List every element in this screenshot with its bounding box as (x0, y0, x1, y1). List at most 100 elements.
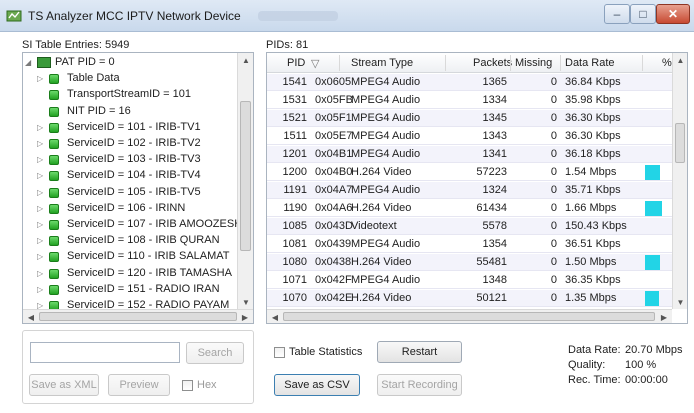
quality-label: Quality: (568, 359, 606, 371)
table-vertical-scrollbar[interactable]: ▲ ▼ (672, 53, 687, 309)
pid-table[interactable]: PID ▽ Stream Type Packets Missing Data R… (266, 52, 688, 324)
missing-cell: 0 (550, 274, 557, 286)
table-row[interactable]: 1081 0x0439 MPEG4 Audio 1354 0 36.51 Kbps (267, 236, 673, 253)
tree-vertical-scrollbar[interactable]: ▲ ▼ (237, 53, 253, 309)
table-row[interactable]: 1200 0x04B0 H.264 Video 57223 0 1.54 Mbps (267, 164, 673, 181)
tree-item-label: ServiceID = 110 - IRIB SALAMAT (67, 250, 230, 263)
table-row[interactable]: 1085 0x043D Videotext 5578 0 150.43 Kbps (267, 218, 673, 235)
green-box-icon (49, 203, 59, 214)
scroll-left-icon[interactable]: ◀ (23, 310, 39, 324)
expand-arrow-icon[interactable]: ▷ (37, 186, 45, 199)
expand-arrow-icon[interactable]: ▷ (37, 121, 45, 134)
expand-arrow-icon[interactable]: ▷ (37, 267, 45, 280)
scroll-thumb[interactable] (283, 312, 655, 321)
stream-type-cell: H.264 Video (351, 256, 412, 268)
scroll-down-icon[interactable]: ▼ (238, 295, 254, 309)
green-box-icon (49, 268, 59, 279)
close-button[interactable]: ✕ (656, 4, 690, 24)
search-button[interactable]: Search (186, 342, 244, 364)
data-rate-cell: 36.51 Kbps (565, 238, 621, 250)
table-row[interactable]: 1541 0x0605 MPEG4 Audio 1365 0 36.84 Kbps (267, 74, 673, 91)
packets-cell: 1354 (482, 238, 507, 250)
title-redacted (258, 11, 338, 21)
table-row[interactable]: 1511 0x05E7 MPEG4 Audio 1343 0 36.30 Kbps (267, 128, 673, 145)
pid-cell: 1080 (282, 256, 307, 268)
expand-arrow-icon[interactable]: ▷ (37, 153, 45, 166)
scroll-thumb[interactable] (240, 101, 251, 251)
scroll-thumb[interactable] (39, 312, 237, 321)
stream-type-cell: Videotext (351, 220, 397, 232)
table-row[interactable]: 1080 0x0438 H.264 Video 55481 0 1.50 Mbps (267, 254, 673, 271)
pid-cell: 1081 (282, 238, 307, 250)
expand-arrow-icon[interactable]: ▷ (37, 234, 45, 247)
percent-bar (645, 255, 660, 270)
column-missing[interactable]: Missing (515, 57, 552, 69)
column-stream-type[interactable]: Stream Type (351, 57, 413, 69)
scroll-right-icon[interactable]: ▶ (656, 310, 672, 324)
missing-cell: 0 (550, 292, 557, 304)
save-as-csv-button[interactable]: Save as CSV (274, 374, 360, 396)
scroll-left-icon[interactable]: ◀ (267, 310, 283, 324)
scroll-right-icon[interactable]: ▶ (237, 310, 253, 324)
data-rate-cell: 36.84 Kbps (565, 76, 621, 88)
scroll-thumb[interactable] (675, 123, 685, 163)
data-rate-label: Data Rate: (568, 344, 621, 356)
tree-item-label: ServiceID = 108 - IRIB QURAN (67, 234, 220, 247)
table-row[interactable]: 1191 0x04A7 MPEG4 Audio 1324 0 35.71 Kbps (267, 182, 673, 199)
stream-type-cell: MPEG4 Audio (351, 76, 421, 88)
expand-arrow-icon[interactable]: ▷ (37, 283, 45, 296)
tree-item-label: ServiceID = 103 - IRIB-TV3 (67, 153, 201, 166)
pid-hex-cell: 0x042E (315, 292, 353, 304)
green-box-icon (49, 122, 59, 133)
pid-cell: 1085 (282, 220, 307, 232)
expand-arrow-icon[interactable]: ◢ (25, 56, 33, 69)
scroll-up-icon[interactable]: ▲ (238, 53, 254, 67)
column-data-rate[interactable]: Data Rate (565, 57, 615, 69)
data-rate-cell: 150.43 Kbps (565, 220, 627, 232)
pid-hex-cell: 0x0438 (315, 256, 352, 268)
green-box-icon (49, 90, 59, 101)
table-row[interactable]: 1521 0x05F1 MPEG4 Audio 1345 0 36.30 Kbps (267, 110, 673, 127)
expand-arrow-icon[interactable]: ▷ (37, 202, 45, 215)
column-packets[interactable]: Packets (473, 57, 512, 69)
expand-arrow-icon[interactable]: ▷ (37, 250, 45, 263)
si-tree[interactable]: ◢ PAT PID = 0 ▷ Table Data TransportStreamID… (22, 52, 254, 324)
missing-cell: 0 (550, 238, 557, 250)
table-statistics-checkbox[interactable] (274, 347, 285, 358)
stream-type-cell: MPEG4 Audio (351, 238, 421, 250)
save-as-xml-button[interactable]: Save as XML (29, 374, 99, 396)
table-row[interactable]: 1070 0x042E H.264 Video 50121 0 1.35 Mbps (267, 290, 673, 307)
missing-cell: 0 (550, 166, 557, 178)
data-rate-cell: 1.35 Mbps (565, 292, 617, 304)
expand-arrow-icon[interactable]: ▷ (37, 137, 45, 150)
scroll-down-icon[interactable]: ▼ (673, 295, 688, 309)
table-row[interactable]: 1071 0x042F MPEG4 Audio 1348 0 36.35 Kbps (267, 272, 673, 289)
column-percent[interactable]: % (662, 57, 672, 69)
stream-type-cell: H.264 Video (351, 166, 412, 178)
si-table-header: SI Table Entries: 5949 (22, 39, 130, 51)
hex-checkbox[interactable] (182, 380, 193, 391)
minimize-button[interactable]: – (604, 4, 630, 24)
expand-arrow-icon[interactable]: ▷ (37, 218, 45, 231)
data-rate-cell: 1.66 Mbps (565, 202, 617, 214)
pid-cell: 1191 (283, 184, 307, 196)
start-recording-button[interactable]: Start Recording (377, 374, 462, 396)
table-row[interactable]: 1531 0x05FB MPEG4 Audio 1334 0 35.98 Kbps (267, 92, 673, 109)
table-row[interactable]: 1190 0x04A6 H.264 Video 61434 0 1.66 Mbps (267, 200, 673, 217)
hex-label: Hex (197, 379, 217, 391)
expand-arrow-icon[interactable]: ▷ (37, 72, 45, 85)
restart-button[interactable]: Restart (377, 341, 462, 363)
maximize-button[interactable]: □ (630, 4, 656, 24)
expand-arrow-icon[interactable]: ▷ (37, 169, 45, 182)
scroll-up-icon[interactable]: ▲ (673, 53, 688, 67)
column-pid[interactable]: PID (287, 57, 305, 69)
table-horizontal-scrollbar[interactable]: ◀ ▶ (267, 309, 672, 323)
missing-cell: 0 (550, 76, 557, 88)
search-input[interactable] (30, 342, 180, 363)
stream-type-cell: MPEG4 Audio (351, 148, 421, 160)
tree-horizontal-scrollbar[interactable]: ◀ ▶ (23, 309, 253, 323)
preview-button[interactable]: Preview (108, 374, 170, 396)
table-row[interactable]: 1201 0x04B1 MPEG4 Audio 1341 0 36.18 Kbps (267, 146, 673, 163)
table-statistics-label: Table Statistics (289, 346, 363, 358)
column-divider (642, 55, 643, 71)
